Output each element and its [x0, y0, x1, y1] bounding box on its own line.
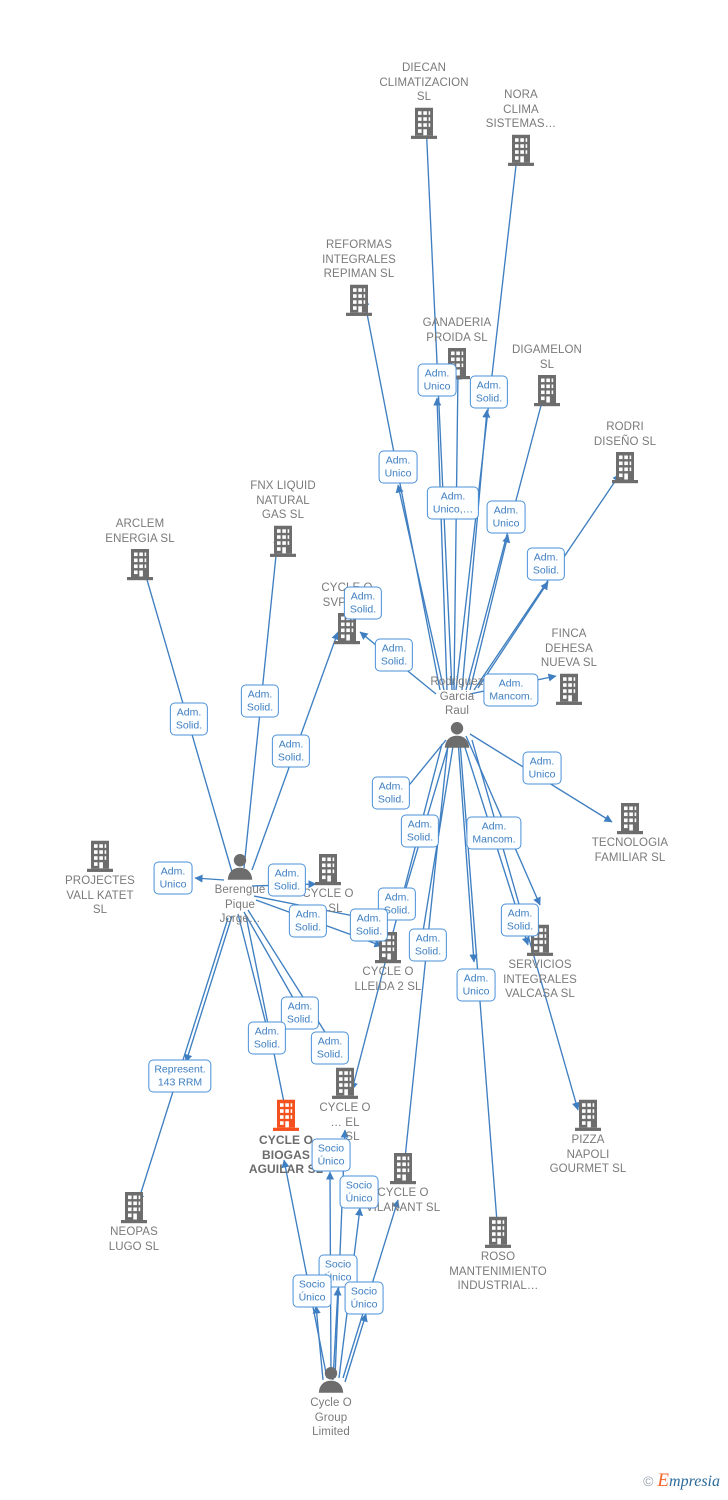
relation-label-r24[interactable]: Adm. Unico: [456, 968, 496, 1002]
building-icon: [565, 450, 685, 484]
node-label: GANADERIA PROIDA SL: [422, 317, 492, 344]
company-node-tecnologia[interactable]: TECNOLOGIA FAMILIAR SL: [570, 801, 690, 865]
relation-label-r10[interactable]: Adm. Solid.: [240, 684, 280, 718]
building-icon: [299, 282, 419, 316]
node-label: SERVICIOS INTEGRALES VALCASA SL: [503, 958, 577, 1000]
relation-label-r03[interactable]: Adm. Unico: [378, 450, 418, 484]
relation-label-r33[interactable]: Socio Único: [344, 1281, 384, 1315]
company-node-neopas[interactable]: NEOPAS LUGO SL: [74, 1190, 194, 1254]
building-icon: [285, 1066, 405, 1100]
relation-label-r29[interactable]: Socio Único: [311, 1138, 351, 1172]
building-icon: [480, 923, 600, 957]
relation-label-r15[interactable]: Adm. Solid.: [400, 814, 440, 848]
relation-label-r07[interactable]: Adm. Solid.: [343, 586, 383, 620]
company-node-roso[interactable]: ROSO MANTENIMIENTO INDUSTRIAL…: [438, 1215, 558, 1294]
node-label: FNX LIQUID NATURAL GAS SL: [250, 479, 316, 521]
relation-label-r14[interactable]: Adm. Solid.: [371, 776, 411, 810]
building-icon: [438, 1215, 558, 1249]
relation-label-r28[interactable]: Represent. 143 RRM: [148, 1059, 212, 1093]
relation-label-r09[interactable]: Adm. Mancom.: [483, 673, 539, 707]
brand-initial: E: [657, 1470, 670, 1491]
building-icon: [223, 523, 343, 557]
person-node-cyclegrp[interactable]: Cycle O Group Limited: [271, 1365, 391, 1440]
building-icon: [461, 132, 581, 166]
node-label: RODRI DISEÑO SL: [593, 421, 657, 448]
relation-label-r12[interactable]: Adm. Solid.: [271, 734, 311, 768]
relation-label-r23[interactable]: Adm. Solid.: [408, 928, 448, 962]
relation-label-r30[interactable]: Socio Único: [339, 1175, 379, 1209]
company-node-rodri[interactable]: RODRI DISEÑO SL: [565, 420, 685, 484]
node-label: PROJECTES VALL KATET SL: [65, 874, 135, 916]
node-label: FINCA DEHESA NUEVA SL: [540, 627, 598, 669]
relation-label-r32[interactable]: Socio Único: [292, 1274, 332, 1308]
node-label: ROSO MANTENIMIENTO INDUSTRIAL…: [449, 1250, 547, 1292]
relation-label-r06[interactable]: Adm. Solid.: [526, 547, 566, 581]
building-icon: [226, 1098, 346, 1132]
building-icon: [570, 801, 690, 835]
relation-label-r16[interactable]: Adm. Mancom.: [466, 816, 522, 850]
copyright-icon: ©: [643, 1473, 654, 1489]
relation-label-r04[interactable]: Adm. Unico,…: [426, 486, 480, 520]
node-label: REFORMAS INTEGRALES REPIMAN SL: [322, 238, 396, 280]
relation-label-r05[interactable]: Adm. Unico: [486, 500, 526, 534]
node-label: CYCLE O LLEIDA 2 SL: [354, 966, 422, 993]
relation-label-r02[interactable]: Adm. Solid.: [469, 375, 509, 409]
person-icon: [271, 1365, 391, 1395]
node-label: NEOPAS LUGO SL: [108, 1226, 160, 1253]
relation-label-r13[interactable]: Adm. Unico: [522, 751, 562, 785]
relation-label-r17[interactable]: Adm. Unico: [153, 861, 193, 895]
building-icon: [40, 839, 160, 873]
relation-label-r26[interactable]: Adm. Solid.: [247, 1021, 287, 1055]
relation-label-r21[interactable]: Adm. Solid.: [500, 903, 540, 937]
node-label: ARCLEM ENERGIA SL: [105, 518, 175, 545]
relation-label-r11[interactable]: Adm. Solid.: [169, 702, 209, 736]
relation-label-r08[interactable]: Adm. Solid.: [374, 638, 414, 672]
node-label: Cycle O Group Limited: [310, 1396, 352, 1438]
person-icon: [397, 719, 517, 749]
company-node-fnx[interactable]: FNX LIQUID NATURAL GAS SL: [223, 479, 343, 558]
company-node-nora[interactable]: NORA CLIMA SISTEMAS…: [461, 88, 581, 167]
company-node-pizza[interactable]: PIZZA NAPOLI GOURMET SL: [528, 1098, 648, 1177]
relation-label-r27[interactable]: Adm. Solid.: [310, 1031, 350, 1065]
company-node-projectes[interactable]: PROJECTES VALL KATET SL: [40, 839, 160, 918]
company-node-valcasa[interactable]: SERVICIOS INTEGRALES VALCASA SL: [480, 923, 600, 1002]
relation-label-r25[interactable]: Adm. Solid.: [280, 996, 320, 1030]
edge-layer: [136, 121, 621, 1383]
building-icon: [74, 1190, 194, 1224]
network-diagram-canvas: DIECAN CLIMATIZACION SL NORA CLIMA SISTEM…: [0, 0, 728, 1500]
node-label: PIZZA NAPOLI GOURMET SL: [549, 1133, 627, 1175]
relation-label-r22[interactable]: Adm. Solid.: [349, 908, 389, 942]
company-node-arclem[interactable]: ARCLEM ENERGIA SL: [80, 517, 200, 581]
node-label: NORA CLIMA SISTEMAS…: [485, 88, 557, 130]
relation-label-r18[interactable]: Adm. Solid.: [267, 863, 307, 897]
building-icon: [528, 1098, 648, 1132]
building-icon: [80, 547, 200, 581]
node-label: DIGAMELON SL: [512, 344, 582, 371]
brand-name: mpresia: [669, 1473, 720, 1490]
relation-label-r01[interactable]: Adm. Unico: [417, 363, 457, 397]
node-label: TECNOLOGIA FAMILIAR SL: [591, 837, 669, 864]
watermark: © Empresia: [643, 1470, 720, 1492]
relation-label-r20[interactable]: Adm. Solid.: [288, 904, 328, 938]
company-node-repiman[interactable]: REFORMAS INTEGRALES REPIMAN SL: [299, 238, 419, 317]
